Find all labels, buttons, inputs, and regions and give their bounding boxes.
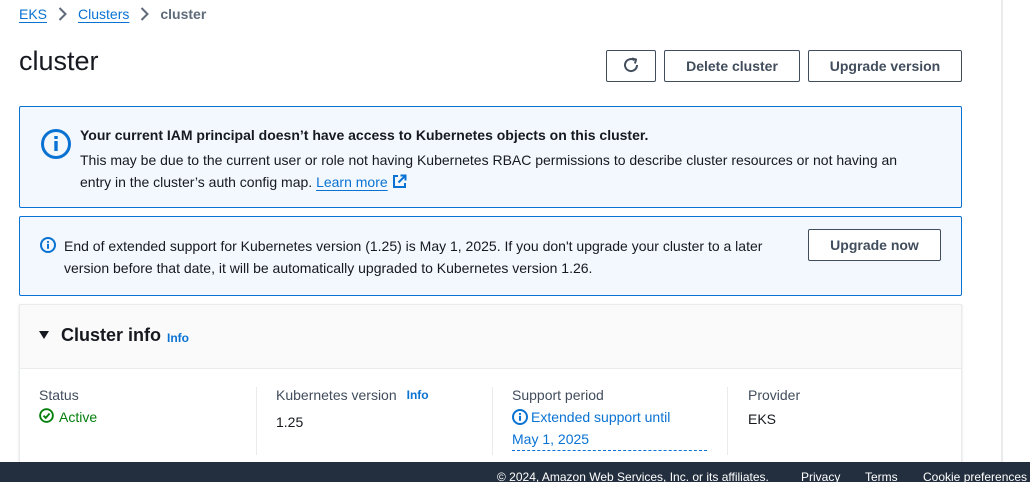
extended-support-alert: End of extended support for Kubernetes v… bbox=[19, 216, 962, 296]
delete-cluster-button[interactable]: Delete cluster bbox=[664, 50, 800, 82]
k8s-version-label-row: Kubernetes version Info bbox=[276, 387, 491, 403]
info-circle-icon bbox=[40, 237, 56, 253]
support-period-line2: May 1, 2025 bbox=[512, 431, 590, 447]
cluster-info-title: Cluster info bbox=[61, 325, 162, 345]
learn-more-label: Learn more bbox=[316, 174, 388, 190]
column-divider bbox=[256, 387, 257, 455]
support-period-line1: Extended support until bbox=[531, 409, 671, 425]
iam-alert-line2-row: entry in the cluster’s auth config map. … bbox=[80, 171, 930, 195]
page: EKS Clusters cluster cluster Delete clus… bbox=[0, 0, 1002, 482]
page-title: cluster bbox=[19, 46, 99, 76]
provider-value: EKS bbox=[748, 411, 777, 427]
breadcrumb-current: cluster bbox=[160, 6, 207, 22]
support-alert-line2: version before that date, it will be aut… bbox=[64, 260, 593, 276]
cluster-info-info-link[interactable]: Info bbox=[167, 331, 189, 345]
iam-alert-line1: This may be due to the current user or r… bbox=[80, 152, 898, 168]
breadcrumb-clusters[interactable]: Clusters bbox=[78, 6, 129, 22]
provider-field: Provider EKS bbox=[748, 387, 948, 457]
refresh-icon bbox=[622, 56, 640, 77]
column-divider bbox=[492, 387, 493, 455]
support-alert-body: End of extended support for Kubernetes v… bbox=[64, 235, 794, 279]
k8s-version-info-link[interactable]: Info bbox=[407, 388, 429, 402]
info-circle-icon bbox=[512, 409, 528, 425]
status-label: Status bbox=[39, 387, 79, 403]
info-circle-icon bbox=[40, 128, 72, 160]
k8s-version-label: Kubernetes version bbox=[276, 387, 397, 403]
iam-alert-body: This may be due to the current user or r… bbox=[80, 149, 930, 195]
iam-alert-title: Your current IAM principal doesn’t have … bbox=[80, 127, 649, 143]
footer: © 2024, Amazon Web Services, Inc. or its… bbox=[0, 462, 1030, 482]
k8s-version-field: Kubernetes version Info 1.25 bbox=[276, 387, 491, 457]
support-period-link[interactable]: Extended support until May 1, 2025 bbox=[512, 406, 707, 451]
learn-more-link[interactable]: Learn more bbox=[316, 174, 388, 190]
iam-alert-line2: entry in the cluster’s auth config map. bbox=[80, 174, 313, 190]
upgrade-now-button[interactable]: Upgrade now bbox=[808, 229, 941, 261]
cluster-info-panel: Cluster info Info Status Active Kubernet… bbox=[19, 304, 962, 482]
footer-terms-link[interactable]: Terms bbox=[865, 470, 898, 482]
cluster-info-header[interactable]: Cluster info Info bbox=[20, 305, 961, 369]
footer-cookie-preferences-link[interactable]: Cookie preferences bbox=[923, 470, 1027, 482]
upgrade-version-button[interactable]: Upgrade version bbox=[808, 50, 962, 82]
footer-privacy-link[interactable]: Privacy bbox=[801, 470, 840, 482]
caret-down-icon[interactable] bbox=[39, 331, 49, 339]
support-period-label: Support period bbox=[512, 387, 604, 403]
status-value: Active bbox=[39, 408, 254, 426]
breadcrumb: EKS Clusters cluster bbox=[19, 6, 206, 22]
footer-copyright: © 2024, Amazon Web Services, Inc. or its… bbox=[497, 470, 769, 482]
iam-access-alert: Your current IAM principal doesn’t have … bbox=[19, 106, 962, 208]
status-field: Status Active bbox=[39, 387, 254, 457]
chevron-right-icon bbox=[140, 7, 150, 21]
chevron-right-icon bbox=[58, 7, 67, 21]
column-divider bbox=[727, 387, 728, 455]
external-link-icon[interactable] bbox=[392, 173, 407, 195]
content-edge-divider bbox=[1001, 0, 1003, 462]
support-period-field: Support period Extended support until Ma… bbox=[512, 387, 727, 457]
breadcrumb-eks[interactable]: EKS bbox=[19, 6, 47, 22]
provider-label: Provider bbox=[748, 387, 801, 403]
refresh-button[interactable] bbox=[606, 50, 656, 82]
status-text: Active bbox=[59, 409, 98, 425]
check-circle-icon bbox=[39, 408, 59, 426]
support-alert-line1: End of extended support for Kubernetes v… bbox=[64, 238, 763, 254]
k8s-version-value: 1.25 bbox=[276, 414, 304, 430]
